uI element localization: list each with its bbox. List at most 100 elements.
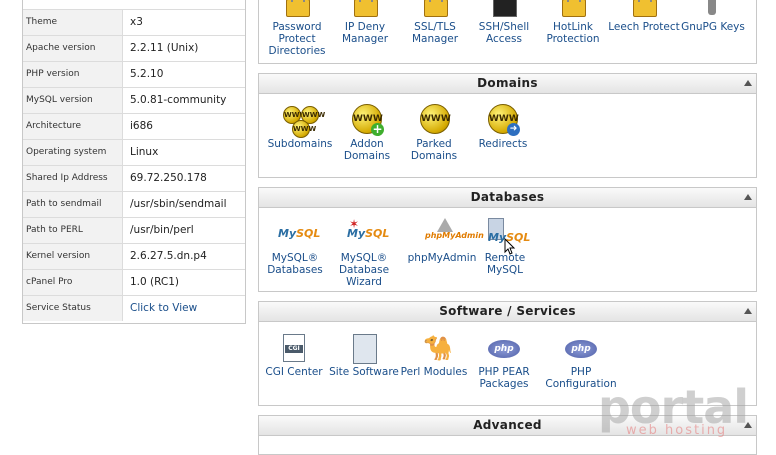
item-label: Password Protect Directories — [268, 21, 326, 57]
item-label: Perl Modules — [400, 366, 468, 378]
service-status-link[interactable]: Click to View — [130, 296, 197, 321]
stat-label: Operating system — [23, 140, 123, 165]
item-label: Addon Domains — [343, 138, 391, 162]
folder-lock-icon — [280, 0, 314, 19]
ip-deny-icon — [348, 0, 382, 19]
php-pear-icon: php — [487, 332, 521, 364]
stat-value: Linux — [130, 146, 159, 158]
stat-value: 5.0.81-community — [130, 94, 227, 106]
item-label: SSH/Shell Access — [478, 21, 530, 45]
item-label: IP Deny Manager — [341, 21, 389, 45]
stat-label: PHP version — [23, 62, 123, 87]
mysql-database-wizard-link[interactable]: MySQL ✶ MySQL® Database Wizard — [326, 218, 402, 288]
stat-label: Architecture — [23, 114, 123, 139]
security-box: Password Protect Directories IP Deny Man… — [258, 0, 757, 64]
stat-row-architecture: Architecture i686 — [23, 113, 245, 139]
www-addon-icon: WWW + — [350, 104, 384, 136]
section-title: Software / Services — [439, 304, 576, 318]
stat-label: Service Status — [23, 296, 123, 321]
mouse-cursor-icon — [504, 237, 516, 255]
section-title: Domains — [477, 76, 538, 90]
parked-domains-link[interactable]: WWW Parked Domains — [396, 104, 472, 162]
subdomains-link[interactable]: WWW WWW WWW Subdomains — [262, 104, 338, 150]
leech-protect-link[interactable]: Leech Protect — [606, 0, 682, 33]
cgi-center-link[interactable]: CGI CGI Center — [256, 332, 332, 378]
stat-row-cpanel-pro: cPanel Pro 1.0 (RC1) — [23, 269, 245, 295]
stat-row-kernel: Kernel version 2.6.27.5.dn.p4 — [23, 243, 245, 269]
php-config-icon: php — [564, 332, 598, 364]
stat-row-theme: Theme x3 — [23, 9, 245, 35]
stat-label: MySQL version — [23, 88, 123, 113]
collapse-arrow-icon[interactable] — [744, 308, 752, 314]
item-label: PHP PEAR Packages — [478, 366, 530, 390]
stat-row-sendmail: Path to sendmail /usr/sbin/sendmail — [23, 191, 245, 217]
item-label: Site Software — [329, 366, 399, 378]
php-pear-packages-link[interactable]: php PHP PEAR Packages — [466, 332, 542, 390]
item-label: Subdomains — [267, 138, 333, 150]
stat-row-apache: Apache version 2.2.11 (Unix) — [23, 35, 245, 61]
cgi-icon: CGI — [277, 332, 311, 364]
perl-modules-link[interactable]: 🐪 Perl Modules — [396, 332, 472, 378]
stat-row-shared-ip: Shared Ip Address 69.72.250.178 — [23, 165, 245, 191]
domains-box: Domains WWW WWW WWW Subdomains WWW + Add… — [258, 73, 757, 178]
stat-row-os: Operating system Linux — [23, 139, 245, 165]
software-services-header[interactable]: Software / Services — [259, 302, 756, 322]
domains-header[interactable]: Domains — [259, 74, 756, 94]
stat-row-php: PHP version 5.2.10 — [23, 61, 245, 87]
redirects-link[interactable]: WWW ➜ Redirects — [465, 104, 541, 150]
site-software-link[interactable]: Site Software — [326, 332, 402, 378]
phpmyadmin-icon: phpMyAdmin — [425, 218, 484, 250]
stat-label: Shared Ip Address — [23, 166, 123, 191]
stat-label: Path to sendmail — [23, 192, 123, 217]
addon-domains-link[interactable]: WWW + Addon Domains — [329, 104, 405, 162]
section-title: Advanced — [473, 418, 542, 432]
ssh-terminal-icon — [487, 0, 521, 19]
item-label: CGI Center — [265, 366, 323, 378]
item-label: Leech Protect — [608, 21, 680, 33]
ip-deny-manager-link[interactable]: IP Deny Manager — [327, 0, 403, 45]
stat-label: Apache version — [23, 36, 123, 61]
ssl-tls-manager-link[interactable]: SSL/TLS Manager — [397, 0, 473, 45]
mysql-wizard-icon: MySQL ✶ — [347, 217, 390, 240]
collapse-arrow-icon[interactable] — [744, 80, 752, 86]
ssh-shell-access-link[interactable]: SSH/Shell Access — [466, 0, 542, 45]
www-parked-icon: WWW — [417, 104, 451, 136]
mysql-databases-link[interactable]: MySQL MySQL® Databases — [257, 218, 333, 277]
perl-camel-icon: 🐪 — [423, 334, 453, 362]
stat-value: i686 — [130, 120, 153, 132]
item-label: HotLink Protection — [546, 21, 600, 45]
ssl-icon — [418, 0, 452, 19]
item-label: Redirects — [478, 138, 528, 150]
server-stats-panel: Theme x3 Apache version 2.2.11 (Unix) PH… — [22, 0, 246, 324]
stat-value: 69.72.250.178 — [130, 172, 207, 184]
item-label: MySQL® Database Wizard — [338, 252, 390, 288]
databases-header[interactable]: Databases — [259, 188, 756, 208]
stat-value: x3 — [130, 16, 143, 28]
gnupg-keys-link[interactable]: GnuPG Keys — [675, 0, 751, 33]
item-label: MySQL® Databases — [267, 252, 323, 276]
keys-icon — [696, 0, 730, 19]
stat-value: 2.2.11 (Unix) — [130, 42, 199, 54]
www-redirect-icon: WWW ➜ — [486, 104, 520, 136]
hotlink-icon — [556, 0, 590, 19]
stat-row-mysql: MySQL version 5.0.81-community — [23, 87, 245, 113]
stat-label: cPanel Pro — [23, 270, 123, 295]
hotlink-protection-link[interactable]: HotLink Protection — [535, 0, 611, 45]
item-label: GnuPG Keys — [681, 21, 745, 33]
stat-label: Path to PERL — [23, 218, 123, 243]
site-software-icon — [347, 332, 381, 364]
www-subdomains-icon: WWW WWW WWW — [283, 104, 325, 138]
stat-value: /usr/bin/perl — [130, 224, 194, 236]
leech-icon — [627, 0, 661, 19]
section-title: Databases — [470, 190, 545, 204]
stat-value: /usr/sbin/sendmail — [130, 198, 227, 210]
stat-label: Kernel version — [23, 244, 123, 269]
password-protect-directories-link[interactable]: Password Protect Directories — [259, 0, 335, 57]
stat-value: 1.0 (RC1) — [130, 276, 180, 288]
collapse-arrow-icon[interactable] — [744, 194, 752, 200]
portal-watermark-sub: web hosting — [626, 423, 728, 438]
stat-value: 5.2.10 — [130, 68, 164, 80]
item-label: SSL/TLS Manager — [411, 21, 459, 45]
databases-box: Databases MySQL MySQL® Databases MySQL ✶ … — [258, 187, 757, 292]
mysql-icon: MySQL — [278, 227, 321, 240]
